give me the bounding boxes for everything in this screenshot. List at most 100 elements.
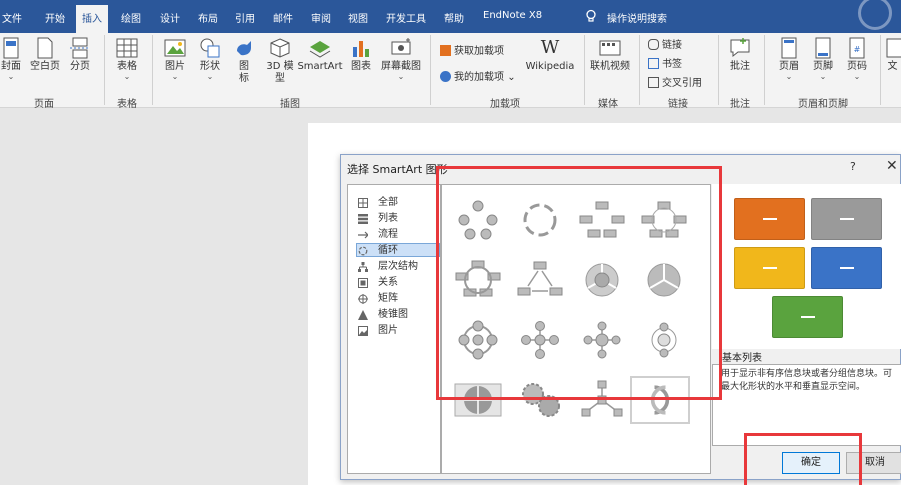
layout-preview [712,184,901,349]
category-process[interactable]: 流程 [358,228,438,242]
get-addins-label: 获取加载项 [454,46,504,57]
shapes-button[interactable]: 形状 ⌄ [195,37,225,81]
cover-page-button[interactable]: 封面 ⌄ [0,37,22,81]
chevron-down-icon: ⌄ [819,72,827,81]
link-icon [648,39,659,50]
bookmark-button[interactable]: 书签 [648,55,682,70]
chart-button[interactable]: 图表 [348,37,374,73]
icons-button[interactable]: 图 标 [230,37,258,85]
group-divider [152,35,153,105]
screenshot-label: 屏幕截图 [381,61,421,72]
chart-label: 图表 [351,61,371,72]
page-number-label: 页码 [847,61,867,72]
preview-block-orange [734,198,805,240]
chevron-down-icon: ⌄ [171,72,179,81]
bookmark-icon [648,58,659,69]
category-picture[interactable]: 图片 [358,324,438,338]
category-cycle[interactable]: 循环 [356,243,440,257]
category-pyramid[interactable]: 棱锥图 [358,308,438,322]
tab-file[interactable]: 文件 [2,10,22,25]
close-button[interactable]: ✕ [886,158,898,174]
tab-help[interactable]: 帮助 [444,10,464,25]
category-label: 图片 [378,325,398,336]
header-label: 页眉 [779,61,799,72]
icons-label-line1: 图 [239,61,249,72]
annotation-highlight-ok [744,433,862,485]
chevron-down-icon: ⌄ [853,72,861,81]
category-hierarchy[interactable]: 层次结构 [358,260,438,274]
tab-mailings[interactable]: 邮件 [273,10,293,25]
help-button[interactable]: ? [850,160,856,173]
grid-icon [358,198,368,208]
tab-view[interactable]: 视图 [348,10,368,25]
cross-reference-button[interactable]: 交叉引用 [648,74,702,89]
table-label: 表格 [117,61,137,72]
footer-button[interactable]: 页脚 ⌄ [808,37,838,81]
tab-layout[interactable]: 布局 [198,10,218,25]
category-relationship[interactable]: 关系 [358,276,438,290]
picture-icon [358,326,368,336]
tell-me-search[interactable]: 操作说明搜索 [607,10,667,25]
3d-model-button[interactable]: 3D 模 型 [263,37,297,85]
table-button[interactable]: 表格 ⌄ [112,37,142,81]
category-all[interactable]: 全部 [358,196,438,210]
tab-developer[interactable]: 开发工具 [386,10,426,25]
lightbulb-icon [586,9,596,22]
ribbon: 封面 ⌄ 空白页 分页 页面 表格 ⌄ 表格 图片 ⌄ 形状 ⌄ 图 标 3D … [0,33,901,110]
group-divider [718,35,719,105]
tab-draw[interactable]: 绘图 [121,10,141,25]
chevron-down-icon: ⌄ [785,72,793,81]
pyramid-icon [358,310,368,320]
chevron-down-icon: ⌄ [206,72,214,81]
text-box-button[interactable]: 文 [884,37,901,73]
picture-button[interactable]: 图片 ⌄ [160,37,190,81]
smartart-button[interactable]: SmartArt [297,37,343,73]
category-list-item[interactable]: 列表 [358,212,438,226]
cover-page-icon [3,37,19,59]
wikipedia-icon: W [540,37,560,58]
category-matrix[interactable]: 矩阵 [358,292,438,306]
blank-page-button[interactable]: 空白页 [28,37,62,73]
bookmark-label: 书签 [662,59,682,70]
3d-model-label-line1: 3D 模 [266,61,294,72]
smartart-icon [309,41,331,58]
chevron-down-icon: ⌄ [7,72,15,81]
category-label: 棱锥图 [378,309,408,320]
category-list: 全部 列表 流程 循环 层次结构 关系 矩阵 棱锥图 图片 [347,184,441,474]
relationship-icon [358,278,368,288]
tab-review[interactable]: 审阅 [311,10,331,25]
link-button[interactable]: 链接 [648,36,682,51]
tab-endnote[interactable]: EndNote X8 [483,10,542,21]
comment-label: 批注 [730,61,750,72]
category-label: 循环 [378,245,398,256]
page-break-button[interactable]: 分页 [66,37,94,73]
comment-button[interactable]: 批注 [724,37,756,73]
category-label: 关系 [378,277,398,288]
my-addins-button[interactable]: 我的加载项 ⌄ [440,68,516,83]
store-icon [440,45,451,56]
preview-block-blue [811,247,882,289]
addin-icon [440,71,451,82]
wikipedia-button[interactable]: W Wikipedia [522,37,578,73]
shapes-icon [200,38,220,58]
tab-home[interactable]: 开始 [45,10,65,25]
category-label: 全部 [378,197,398,208]
layout-name: 基本列表 [722,353,762,364]
title-tab-bar: 文件 开始 插入 绘图 设计 布局 引用 邮件 审阅 视图 开发工具 帮助 En… [0,0,901,33]
header-button[interactable]: 页眉 ⌄ [774,37,804,81]
hierarchy-icon [358,262,368,272]
group-divider [430,35,431,105]
tab-insert[interactable]: 插入 [76,5,108,33]
blank-page-label: 空白页 [30,61,60,72]
get-addins-button[interactable]: 获取加载项 [440,42,504,57]
online-video-button[interactable]: 联机视频 [588,37,632,73]
chart-icon [353,41,369,57]
tab-references[interactable]: 引用 [235,10,255,25]
screenshot-button[interactable]: 屏幕截图 ⌄ [378,37,424,81]
cross-reference-label: 交叉引用 [662,78,702,89]
layout-description: 用于显示非有序信息块或者分组信息块。可最大化形状的水平和垂直显示空间。 [721,369,893,392]
group-divider [104,35,105,105]
page-number-button[interactable]: # 页码 ⌄ [842,37,872,81]
icons-label-line2: 标 [239,73,249,84]
tab-design[interactable]: 设计 [160,10,180,25]
